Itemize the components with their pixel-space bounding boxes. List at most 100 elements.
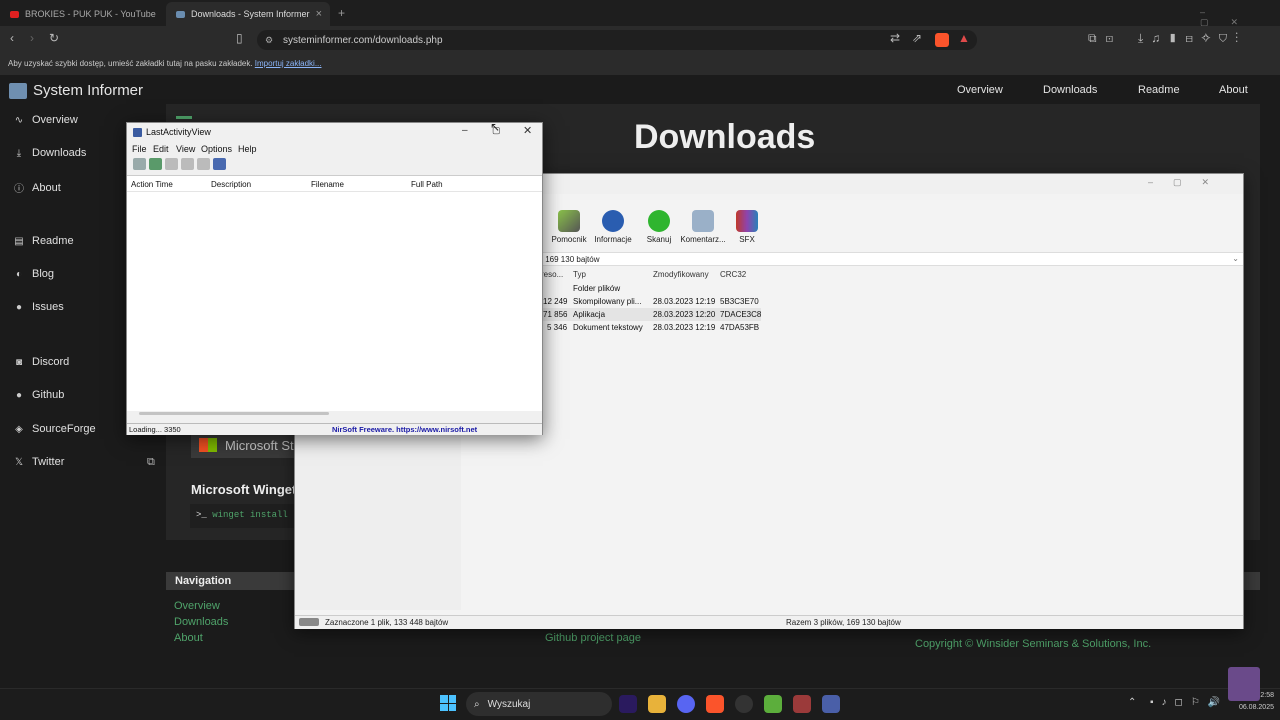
row-crc[interactable]: 5B3C3E70 xyxy=(720,297,759,306)
sidebar-item-twitter[interactable]: 𝕏 Twitter xyxy=(14,456,64,468)
top-nav-about[interactable]: About xyxy=(1219,84,1248,96)
col-crc[interactable]: CRC32 xyxy=(720,270,746,279)
row-size[interactable]: 71 856 xyxy=(543,310,567,319)
brave-taskbar-icon[interactable] xyxy=(706,695,724,713)
sidebar-item-sourceforge[interactable]: ◈ SourceForge xyxy=(14,423,95,435)
tray-icons[interactable]: ▪♪◻⚐🔊 xyxy=(1150,697,1228,708)
menu-file[interactable]: File xyxy=(132,144,147,154)
col-type[interactable]: Typ xyxy=(573,270,586,279)
toolbar-actions[interactable]: ⤓♫▮⊟✧⛉⋮ xyxy=(1138,31,1246,46)
status-selected: Zaznaczone 1 plik, 133 448 bajtów xyxy=(325,618,449,627)
share-icon[interactable]: ⇗ xyxy=(912,31,922,45)
github-project-link[interactable]: Github project page xyxy=(545,632,641,644)
brave-shield-icon[interactable] xyxy=(935,33,949,47)
exit-icon[interactable] xyxy=(213,158,226,170)
footer-link-overview[interactable]: Overview xyxy=(174,600,220,612)
file-explorer-icon[interactable] xyxy=(648,695,666,713)
window-controls[interactable]: –▢✕ xyxy=(1200,7,1280,28)
activity-list[interactable]: Action Time Description Filename Full Pa… xyxy=(127,175,542,411)
tool-comment[interactable]: Komentarz... xyxy=(679,210,727,244)
sidebar-item-downloads[interactable]: ⤓ Downloads xyxy=(14,147,87,159)
clock-date[interactable]: 06.08.2025 xyxy=(1228,704,1274,711)
minecraft-taskbar-icon[interactable] xyxy=(764,695,782,713)
tab-downloads[interactable]: Downloads - System Informer × xyxy=(166,2,330,26)
site-logo[interactable]: System Informer xyxy=(9,82,143,99)
reload-icon[interactable]: ↻ xyxy=(49,31,59,45)
import-bookmarks-link[interactable]: Importuj zakładki... xyxy=(255,59,322,68)
col-modified[interactable]: Zmodyfikowany xyxy=(653,270,709,279)
refresh-icon[interactable] xyxy=(149,158,162,170)
lastactivityview-taskbar-icon[interactable] xyxy=(822,695,840,713)
lav-titlebar[interactable]: LastActivityView xyxy=(127,123,542,141)
row-modified[interactable]: 28.03.2023 12:20 xyxy=(653,310,715,319)
chevron-down-icon[interactable]: ⌄ xyxy=(1232,254,1239,263)
translate-icon[interactable]: ⇄ xyxy=(890,31,900,45)
menu-view[interactable]: View xyxy=(176,144,195,154)
row-size[interactable]: 5 346 xyxy=(547,323,567,332)
taskbar-search[interactable]: ⌕ Wyszukaj xyxy=(466,692,612,716)
new-tab-button[interactable]: + xyxy=(338,6,345,20)
col-filename[interactable]: Filename xyxy=(311,180,344,189)
sidebar-item-about[interactable]: ⓘ About xyxy=(14,180,61,196)
col-size[interactable]: reso... xyxy=(541,270,563,279)
sidebar-item-overview[interactable]: ∿ Overview xyxy=(14,114,78,126)
microsoft-store-button[interactable]: Microsoft St xyxy=(191,432,301,458)
close-button[interactable]: ✕ xyxy=(523,124,532,137)
top-nav-downloads[interactable]: Downloads xyxy=(1043,84,1097,96)
close-tab-icon[interactable]: × xyxy=(316,8,322,20)
tool-scan[interactable]: Skanuj xyxy=(635,210,683,244)
row-size[interactable]: 12 249 xyxy=(543,297,567,306)
save-icon[interactable] xyxy=(133,158,146,170)
col-action-time[interactable]: Action Time xyxy=(131,180,173,189)
premiere-icon[interactable] xyxy=(619,695,637,713)
sidebar-item-readme[interactable]: ▤ Readme xyxy=(14,235,73,247)
row-crc[interactable]: 47DA53FB xyxy=(720,323,759,332)
nirsoft-link[interactable]: NirSoft Freeware. https://www.nirsoft.ne… xyxy=(332,425,477,434)
archive-window-controls[interactable]: –▢✕ xyxy=(1148,177,1229,188)
extension-icons[interactable]: ⧉⊡ xyxy=(1088,31,1122,46)
row-crc[interactable]: 7DACE3C8 xyxy=(720,310,761,319)
app-taskbar-icon[interactable] xyxy=(735,695,753,713)
row-modified[interactable]: 28.03.2023 12:19 xyxy=(653,323,715,332)
col-full-path[interactable]: Full Path xyxy=(411,180,443,189)
row-type[interactable]: Skompilowany pli... xyxy=(573,297,641,306)
site-info-icon[interactable]: ⚙ xyxy=(265,35,273,46)
html-report-icon[interactable] xyxy=(197,158,210,170)
row-type[interactable]: Folder plików xyxy=(573,284,620,293)
back-icon[interactable]: ‹ xyxy=(10,31,14,45)
row-type[interactable]: Dokument tekstowy xyxy=(573,323,643,332)
forward-icon[interactable]: › xyxy=(30,31,34,45)
tab-youtube[interactable]: BROKIES - PUK PUK - YouTube xyxy=(0,2,160,26)
tool-wizard[interactable]: Pomocnik xyxy=(545,210,593,244)
menu-edit[interactable]: Edit xyxy=(153,144,169,154)
start-button[interactable] xyxy=(440,695,456,711)
discord-taskbar-icon[interactable] xyxy=(677,695,695,713)
tray-chevron-icon[interactable]: ⌃ xyxy=(1128,697,1136,708)
tool-sfx[interactable]: SFX xyxy=(723,210,771,244)
bookmark-icon[interactable]: ▯ xyxy=(236,31,243,45)
top-nav-readme[interactable]: Readme xyxy=(1138,84,1180,96)
sidebar-item-github[interactable]: ● Github xyxy=(14,389,64,401)
horizontal-scrollbar[interactable] xyxy=(139,412,329,415)
col-description[interactable]: Description xyxy=(211,180,251,189)
menu-options[interactable]: Options xyxy=(201,144,232,154)
sidebar-item-issues[interactable]: ● Issues xyxy=(14,301,64,313)
winget-command-box[interactable]: >_ winget install xyxy=(190,504,300,528)
menu-help[interactable]: Help xyxy=(238,144,257,154)
sidebar-item-blog[interactable]: ◐ Blog xyxy=(14,268,54,280)
footer-link-downloads[interactable]: Downloads xyxy=(174,616,228,628)
top-nav-overview[interactable]: Overview xyxy=(957,84,1003,96)
rewards-icon[interactable]: ▲ xyxy=(958,31,970,45)
row-modified[interactable]: 28.03.2023 12:19 xyxy=(653,297,715,306)
footer-link-about[interactable]: About xyxy=(174,632,203,644)
archive-path-bar[interactable]: y 169 130 bajtów ⌄ xyxy=(535,252,1243,266)
tool-info[interactable]: Informacje xyxy=(589,210,637,244)
sidebar-item-discord[interactable]: ◙ Discord xyxy=(14,356,69,368)
properties-icon[interactable] xyxy=(181,158,194,170)
winrar-taskbar-icon[interactable] xyxy=(793,695,811,713)
address-bar[interactable]: ⚙ systeminformer.com/downloads.php xyxy=(257,30,977,50)
accent-bar xyxy=(176,116,192,119)
copy-icon[interactable] xyxy=(165,158,178,170)
minimize-button[interactable]: – xyxy=(462,125,468,136)
row-type[interactable]: Aplikacja xyxy=(573,310,605,319)
